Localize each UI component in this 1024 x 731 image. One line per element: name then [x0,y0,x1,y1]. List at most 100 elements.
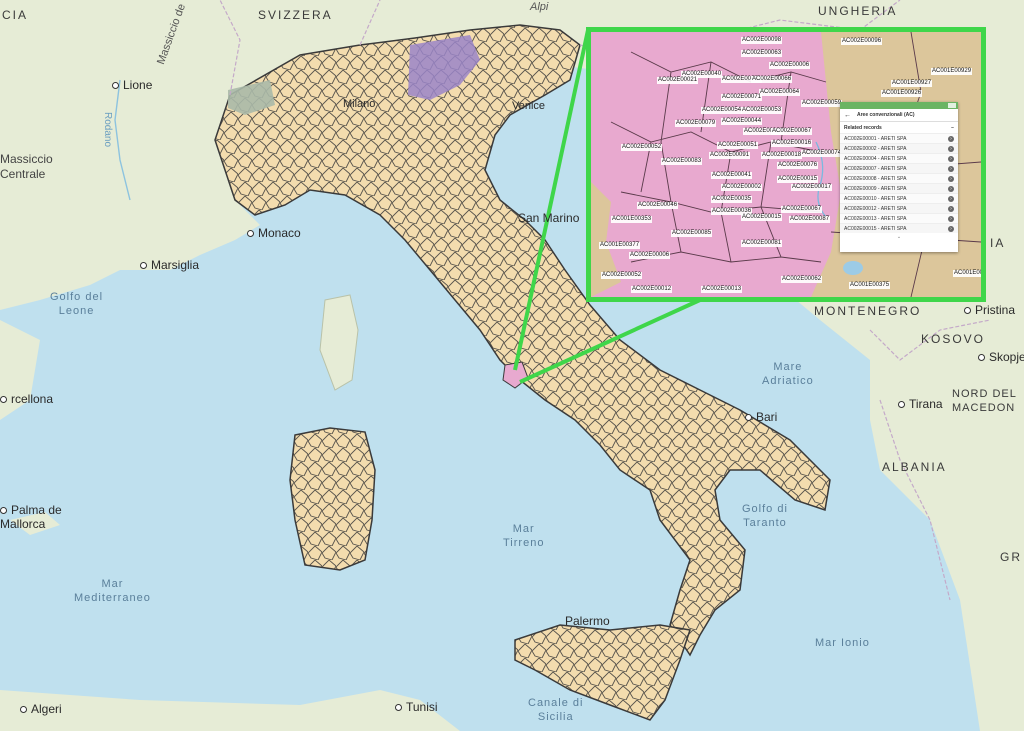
label-gr: GR [1000,550,1022,564]
label-palma: Palma de Mallorca [0,503,62,531]
area-code-label[interactable]: AC002E00052 [621,144,663,151]
area-code-label[interactable]: AC001E00353 [611,216,653,223]
related-record-label: AC002E00001 - ARETI SPA [844,135,907,142]
area-code-label[interactable]: AC002E00053 [741,107,783,114]
popup-title: Aree convenzionali (AC) [857,112,915,118]
chevron-right-icon[interactable]: › [948,175,954,182]
area-code-label[interactable]: AC002E00085 [671,230,713,237]
label-marsiglia: Marsiglia [140,258,199,272]
area-code-label[interactable]: AC002E00071 [721,94,763,101]
label-nord-macedonia: NORD DEL MACEDON [952,388,1017,414]
label-mar-mediterraneo: Mar Mediterraneo [74,578,151,604]
area-code-label[interactable]: AC002E00006 [629,252,671,259]
label-mare-adriatico: Mare Adriatico [762,361,814,387]
popup-header-bar [840,102,958,109]
area-code-label[interactable]: AC002E00006 [769,62,811,69]
area-code-label[interactable]: AC002E00013 [701,286,743,293]
label-cia: CIA [2,8,29,22]
area-code-label[interactable]: AC002E00016 [771,140,813,147]
chevron-right-icon[interactable]: › [948,225,954,232]
area-code-label[interactable]: AC002E00064 [759,89,801,96]
chevron-right-icon[interactable]: › [948,165,954,172]
area-code-label[interactable]: AC002E00015 [741,214,783,221]
area-code-label[interactable]: AC002E00074 [801,150,843,157]
related-record-row[interactable]: AC002E00002 - ARETI SPA › [840,143,958,153]
area-code-label[interactable]: AC002E00012 [631,286,673,293]
related-record-label: AC002E00010 - ARETI SPA [844,195,907,202]
related-record-row[interactable]: AC002E00007 - ARETI SPA › [840,163,958,173]
area-code-label[interactable]: AC002E00096 [841,38,883,45]
related-records-popup[interactable]: ← Aree convenzionali (AC) Related record… [840,102,958,252]
area-code-label[interactable]: AC002E00021 [657,77,699,84]
related-record-row[interactable]: AC002E00010 - ARETI SPA › [840,193,958,203]
popup-more-indicator[interactable]: ⌄ [840,233,958,241]
area-code-label[interactable]: AC001E004 [953,270,981,277]
area-code-label[interactable]: AC002E00018 [761,152,803,159]
chevron-right-icon[interactable]: › [948,155,954,162]
label-ungheria: UNGHERIA [818,4,898,18]
area-code-label[interactable]: AC002E00046 [637,202,679,209]
area-code-label[interactable]: AC002E00041 [711,172,753,179]
related-record-label: AC002E00009 - ARETI SPA [844,185,907,192]
chevron-right-icon[interactable]: › [948,145,954,152]
area-code-label[interactable]: AC002E00066 [751,76,793,83]
area-code-label[interactable]: AC001E00929 [931,68,973,75]
label-monaco: Monaco [247,226,301,240]
label-mar-tirreno: Mar Tirreno [503,523,545,549]
zoom-inset-panel[interactable]: AC002E00098 AC002E00063 AC002E00006 AC002E0… [586,27,986,302]
area-code-label[interactable]: AC002E00035 [711,196,753,203]
chevron-right-icon[interactable]: › [948,185,954,192]
label-canale-sicilia: Canale di Sicilia [528,697,584,723]
label-lione: Lione [112,78,152,92]
area-code-label[interactable]: AC002E00076 [777,162,819,169]
related-record-row[interactable]: AC002E00001 - ARETI SPA › [840,133,958,143]
area-code-label[interactable]: AC002E00067 [781,206,823,213]
area-code-label[interactable]: AC002E00052 [601,272,643,279]
chevron-right-icon[interactable]: › [948,135,954,142]
area-code-label[interactable]: AC001E00926 [881,90,923,97]
popup-window-buttons[interactable] [948,103,956,108]
area-code-label[interactable]: AC002E00051 [717,142,759,149]
area-code-label[interactable]: AC002E00054 [701,107,743,114]
chevron-right-icon[interactable]: › [948,215,954,222]
popup-subtitle-row: Related records − [840,122,958,133]
area-code-label[interactable]: AC002E00017 [791,184,833,191]
related-record-row[interactable]: AC002E00015 - ARETI SPA › [840,223,958,233]
area-code-label[interactable]: AC002E00044 [721,118,763,125]
label-algeri: Algeri [20,702,62,716]
area-code-label[interactable]: AC001E00927 [891,80,933,87]
related-record-label: AC002E00008 - ARETI SPA [844,175,907,182]
area-code-label[interactable]: AC002E00091 [709,152,751,159]
area-code-label[interactable]: AC002E00081 [741,240,783,247]
area-code-label[interactable]: AC002E00062 [781,276,823,283]
label-alpi: Alpi [530,1,549,13]
area-code-label[interactable]: AC002E00063 [741,50,783,57]
area-code-label[interactable]: AC002E00079 [675,120,717,127]
north-africa-land [0,690,460,731]
area-code-label[interactable]: AC002E00059 [801,100,843,107]
area-code-label[interactable]: AC002E00067 [771,128,813,135]
area-code-label[interactable]: AC001E00375 [849,282,891,289]
area-code-label[interactable]: AC002E00083 [661,158,703,165]
chevron-right-icon[interactable]: › [948,205,954,212]
related-record-label: AC002E00004 - ARETI SPA [844,155,907,162]
related-record-row[interactable]: AC002E00004 - ARETI SPA › [840,153,958,163]
area-code-label[interactable]: AC002E00087 [789,216,831,223]
related-record-row[interactable]: AC002E00013 - ARETI SPA › [840,213,958,223]
area-code-label[interactable]: AC002E00015 [777,176,819,183]
related-record-label: AC002E00012 - ARETI SPA [844,205,907,212]
area-code-label[interactable]: AC002E00098 [741,37,783,44]
label-tirana: Tirana [898,397,943,411]
related-record-row[interactable]: AC002E00009 - ARETI SPA › [840,183,958,193]
area-code-label[interactable]: AC002E00002 [721,184,763,191]
related-record-row[interactable]: AC002E00012 - ARETI SPA › [840,203,958,213]
back-arrow-icon[interactable]: ← [844,112,851,119]
collapse-icon[interactable]: − [951,125,954,131]
label-ia-right: IA [990,236,1006,250]
label-golfo-leone: Golfo del Leone [50,291,104,317]
label-albania: ALBANIA [882,460,947,474]
related-record-row[interactable]: AC002E00008 - ARETI SPA › [840,173,958,183]
area-code-label[interactable]: AC001E00377 [599,242,641,249]
label-mar-ionio: Mar Ionio [815,637,870,649]
chevron-right-icon[interactable]: › [948,195,954,202]
